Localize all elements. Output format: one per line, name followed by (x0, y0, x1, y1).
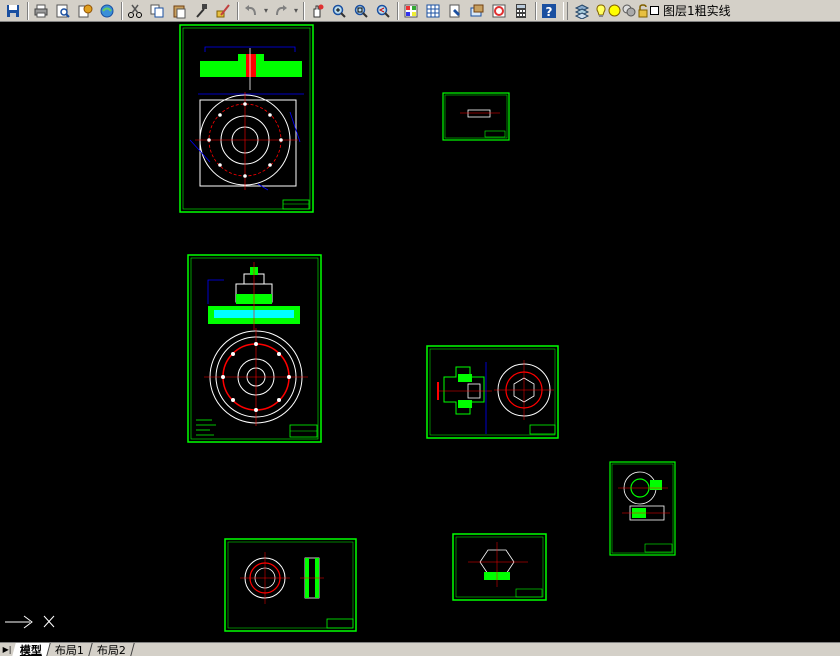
publish-icon[interactable] (74, 1, 96, 21)
layer-manager-icon[interactable] (571, 1, 593, 21)
svg-text:?: ? (546, 5, 553, 19)
paste-icon[interactable] (168, 1, 190, 21)
print-icon[interactable] (30, 1, 52, 21)
layer-on-icon[interactable] (595, 3, 607, 18)
undo-dropdown-icon[interactable]: ▾ (262, 6, 270, 15)
markup-icon[interactable] (488, 1, 510, 21)
layer-thaw-icon[interactable] (608, 4, 621, 17)
layer-dropdown[interactable]: 图层1粗实线 (595, 2, 731, 20)
drawing-sheet-1[interactable] (179, 24, 314, 213)
tab-label: 模型 (20, 643, 42, 656)
block-editor-icon[interactable] (212, 1, 234, 21)
redo-icon[interactable] (270, 1, 292, 21)
tab-layout1[interactable]: 布局1 (47, 643, 93, 656)
zoom-realtime-icon[interactable] (328, 1, 350, 21)
calculator-icon[interactable] (510, 1, 532, 21)
tab-label: 布局2 (97, 643, 126, 656)
help-icon[interactable]: ? (538, 1, 560, 21)
match-properties-icon[interactable] (190, 1, 212, 21)
print-preview-icon[interactable] (52, 1, 74, 21)
drawing-canvas[interactable] (0, 22, 840, 642)
drawing-sheet-4[interactable] (426, 345, 559, 439)
undo-icon[interactable] (240, 1, 262, 21)
layout-tabs: ▶| 模型 布局1 布局2 (0, 642, 840, 656)
pan-icon[interactable] (306, 1, 328, 21)
drawing-sheet-7[interactable] (452, 533, 547, 601)
copy-icon[interactable] (146, 1, 168, 21)
layer-color-swatch (650, 6, 659, 15)
layer-lock-icon[interactable] (637, 3, 649, 18)
drawing-sheet-3[interactable] (187, 254, 322, 443)
zoom-previous-icon[interactable] (372, 1, 394, 21)
etransmit-icon[interactable] (96, 1, 118, 21)
model-space-drawings (5, 24, 676, 632)
drawing-sheet-6[interactable] (224, 538, 357, 632)
layer-viewport-icon[interactable] (622, 4, 636, 17)
tab-layout2[interactable]: 布局2 (89, 643, 135, 656)
properties-icon[interactable] (400, 1, 422, 21)
design-center-icon[interactable] (422, 1, 444, 21)
cut-icon[interactable] (124, 1, 146, 21)
drawing-sheet-5[interactable] (609, 461, 676, 556)
tab-model[interactable]: 模型 (12, 643, 51, 656)
cad-window: ▾ ▾ ? 图层1粗实线 ▶| 模型 布局1 布局2 (0, 0, 840, 656)
ucs-icon (5, 615, 55, 629)
sheet-set-icon[interactable] (466, 1, 488, 21)
tool-palette-icon[interactable] (444, 1, 466, 21)
save-icon[interactable] (2, 1, 24, 21)
current-layer-name: 图层1粗实线 (663, 4, 731, 18)
standard-toolbar: ▾ ▾ ? 图层1粗实线 (0, 0, 840, 22)
drawing-sheet-2[interactable] (442, 92, 510, 141)
toolbar-grip[interactable] (563, 1, 568, 20)
redo-dropdown-icon[interactable]: ▾ (292, 6, 300, 15)
tab-label: 布局1 (55, 643, 84, 656)
zoom-window-icon[interactable] (350, 1, 372, 21)
